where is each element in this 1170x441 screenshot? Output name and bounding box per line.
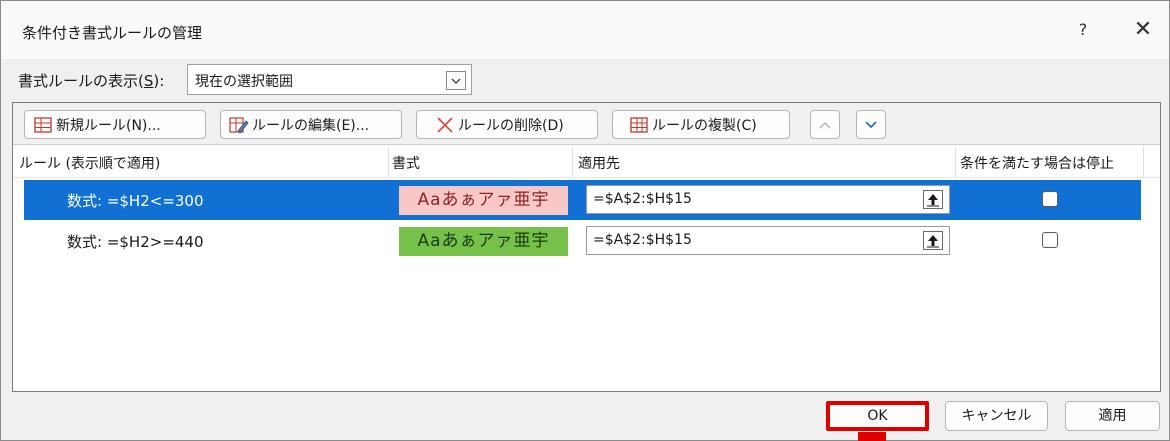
highlight-pointer bbox=[858, 432, 886, 441]
applies-to-field[interactable]: =$A$2:$H$15 bbox=[586, 226, 950, 255]
new-rule-button[interactable]: 新規ルール(N)... bbox=[24, 110, 206, 139]
rules-panel: 新規ルール(N)... ルールの編集(E)... ルールの削除(D) ルールの複… bbox=[12, 102, 1161, 392]
stop-if-true-checkbox[interactable] bbox=[1042, 191, 1058, 207]
column-divider[interactable] bbox=[572, 146, 573, 177]
move-up-button[interactable] bbox=[810, 110, 840, 139]
delete-rule-button[interactable]: ルールの削除(D) bbox=[416, 110, 598, 139]
format-preview: Aaあぁアァ亜宇 bbox=[399, 227, 568, 256]
close-button[interactable]: ✕ bbox=[1129, 17, 1157, 43]
delete-rule-label: ルールの削除(D) bbox=[458, 117, 564, 134]
rule-row[interactable]: 数式: =$H2>=440 Aaあぁアァ亜宇 =$A$2:$H$15 bbox=[24, 221, 1141, 261]
rules-toolbar: 新規ルール(N)... ルールの編集(E)... ルールの削除(D) ルールの複… bbox=[13, 103, 1160, 145]
column-rule: ルール (表示順で適用) bbox=[19, 156, 161, 172]
move-down-button[interactable] bbox=[856, 110, 886, 139]
rules-table-header: ルール (表示順で適用) 書式 適用先 条件を満たす場合は停止 bbox=[13, 146, 1160, 178]
delete-icon bbox=[435, 116, 455, 134]
chevron-up-icon bbox=[819, 121, 831, 129]
cancel-button[interactable]: キャンセル bbox=[945, 401, 1048, 431]
chevron-down-icon bbox=[865, 120, 877, 128]
edit-rule-label: ルールの編集(E)... bbox=[252, 117, 370, 134]
apply-button[interactable]: 適用 bbox=[1065, 401, 1160, 431]
scope-value: 現在の選択範囲 bbox=[195, 74, 293, 90]
scope-label: 書式ルールの表示(S): bbox=[18, 72, 165, 90]
collapse-dialog-button[interactable] bbox=[923, 190, 943, 209]
dialog-title: 条件付き書式ルールの管理 bbox=[22, 24, 203, 42]
edit-rule-icon bbox=[229, 116, 249, 134]
rule-formula: 数式: =$H2>=440 bbox=[67, 233, 204, 251]
column-divider[interactable] bbox=[955, 146, 956, 177]
edit-rule-button[interactable]: ルールの編集(E)... bbox=[220, 110, 402, 139]
ok-button[interactable]: OK bbox=[826, 401, 929, 431]
title-bar: 条件付き書式ルールの管理 ? ✕ bbox=[1, 1, 1169, 59]
applies-to-field[interactable]: =$A$2:$H$15 bbox=[586, 185, 950, 214]
applies-to-value: =$A$2:$H$15 bbox=[593, 191, 692, 207]
stop-if-true-checkbox[interactable] bbox=[1042, 232, 1058, 248]
duplicate-icon bbox=[629, 116, 649, 134]
help-button[interactable]: ? bbox=[1071, 17, 1095, 43]
rule-formula: 数式: =$H2<=300 bbox=[67, 192, 204, 210]
collapse-dialog-button[interactable] bbox=[923, 231, 943, 250]
upload-arrow-icon bbox=[927, 235, 939, 248]
new-rule-icon bbox=[33, 116, 53, 134]
conditional-format-dialog: 条件付き書式ルールの管理 ? ✕ 書式ルールの表示(S): 現在の選択範囲 新規… bbox=[0, 0, 1170, 441]
column-divider[interactable] bbox=[388, 146, 389, 177]
column-applies-to: 適用先 bbox=[578, 156, 620, 172]
format-preview: Aaあぁアァ亜宇 bbox=[399, 186, 568, 215]
scope-dropdown[interactable]: 現在の選択範囲 bbox=[187, 64, 472, 95]
rule-row[interactable]: 数式: =$H2<=300 Aaあぁアァ亜宇 =$A$2:$H$15 bbox=[24, 180, 1141, 220]
column-divider[interactable] bbox=[1143, 146, 1144, 177]
applies-to-value: =$A$2:$H$15 bbox=[593, 232, 692, 248]
chevron-down-icon[interactable] bbox=[446, 71, 466, 90]
upload-arrow-icon bbox=[927, 194, 939, 207]
dialog-footer: OK キャンセル 適用 bbox=[1, 393, 1169, 441]
duplicate-rule-label: ルールの複製(C) bbox=[652, 117, 757, 134]
duplicate-rule-button[interactable]: ルールの複製(C) bbox=[612, 110, 790, 139]
column-format: 書式 bbox=[392, 156, 420, 172]
column-stop-if-true: 条件を満たす場合は停止 bbox=[960, 156, 1114, 172]
new-rule-label: 新規ルール(N)... bbox=[56, 117, 161, 134]
